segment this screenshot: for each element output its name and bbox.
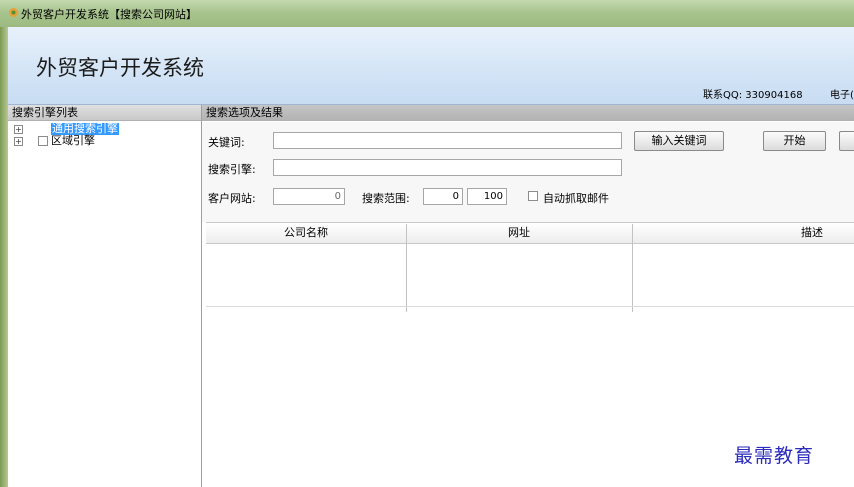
search-options-form: 关键词: 输入关键词 开始 搜索引擎: 客户网站: 0 搜索范围: 0 100 … — [202, 122, 854, 222]
search-range-to[interactable]: 100 — [467, 188, 507, 205]
expand-icon[interactable]: + — [14, 137, 23, 146]
keyword-label: 关键词: — [208, 136, 245, 149]
app-title: 外贸客户开发系统 — [36, 56, 204, 80]
client-site-label: 客户网站: — [208, 192, 256, 205]
tree-item-label[interactable]: 区域引擎 — [51, 135, 95, 147]
enter-keyword-button[interactable]: 输入关键词 — [634, 131, 724, 151]
tree-item-general-engines[interactable]: + 通用搜索引擎 — [8, 123, 201, 135]
search-engine-label: 搜索引擎: — [208, 163, 256, 176]
expand-icon[interactable]: + — [14, 125, 23, 134]
search-options-panel-title: 搜索选项及结果 — [202, 105, 854, 121]
start-button[interactable]: 开始 — [763, 131, 826, 151]
keyword-input[interactable] — [273, 132, 622, 149]
column-divider[interactable] — [632, 224, 633, 312]
results-table-row-line — [206, 306, 854, 307]
client-site-count: 0 — [273, 188, 345, 205]
watermark: 最需教育 — [734, 445, 815, 467]
contact-email: 电子( — [830, 90, 854, 101]
auto-email-checkbox[interactable] — [528, 191, 538, 201]
app-icon — [9, 8, 18, 17]
search-range-label: 搜索范围: — [362, 192, 410, 205]
tree-item-checkbox[interactable] — [38, 124, 48, 134]
column-header-description[interactable]: 描述 — [632, 223, 854, 243]
column-divider[interactable] — [406, 224, 407, 312]
search-options-panel: 搜索选项及结果 关键词: 输入关键词 开始 搜索引擎: 客户网站: 0 搜索范围… — [202, 105, 854, 487]
search-range-from[interactable]: 0 — [423, 188, 463, 205]
tree-item-checkbox[interactable] — [38, 136, 48, 146]
window-frame-edge — [0, 27, 8, 487]
contact-qq: 联系QQ: 330904168 — [703, 90, 803, 101]
search-engine-tree: + 通用搜索引擎 + 区域引擎 — [8, 121, 201, 147]
extra-button[interactable] — [839, 131, 854, 151]
search-engine-panel: 搜索引擎列表 + 通用搜索引擎 + 区域引擎 — [8, 105, 202, 487]
results-table-header: 公司名称 网址 描述 — [206, 222, 854, 312]
search-engine-input[interactable] — [273, 159, 622, 176]
window-title: 外贸客户开发系统【搜索公司网站】 — [21, 8, 197, 21]
auto-email-label[interactable]: 自动抓取邮件 — [543, 190, 609, 206]
window-title-bar[interactable]: 外贸客户开发系统【搜索公司网站】 — [0, 0, 854, 27]
app-header: 外贸客户开发系统 联系QQ: 330904168 电子( — [8, 27, 854, 105]
column-header-url[interactable]: 网址 — [406, 223, 632, 243]
search-engine-panel-title: 搜索引擎列表 — [8, 105, 201, 121]
tree-item-regional-engines[interactable]: + 区域引擎 — [8, 135, 201, 147]
column-header-company[interactable]: 公司名称 — [206, 223, 406, 243]
